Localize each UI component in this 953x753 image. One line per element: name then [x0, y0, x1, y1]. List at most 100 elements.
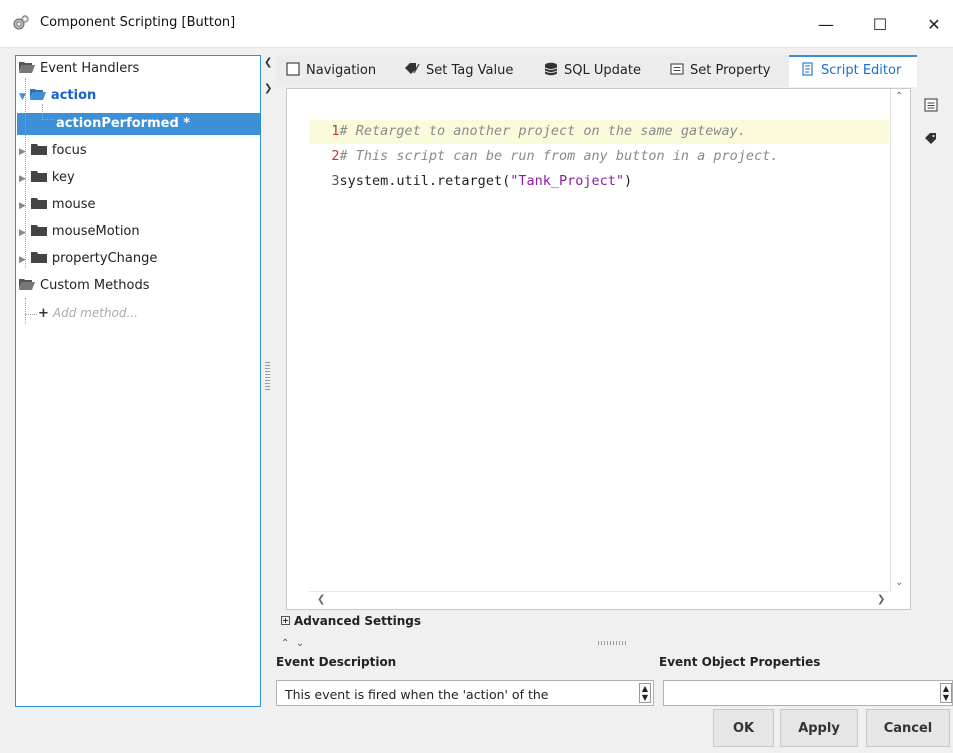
tree-root-label: Event Handlers — [40, 61, 140, 76]
plus-icon: + — [38, 306, 49, 321]
minimize-icon: — — [818, 14, 834, 34]
close-icon: ✕ — [927, 14, 941, 34]
line-number: 3 — [331, 173, 340, 189]
title-bar: Component Scripting [Button] — ☐ ✕ — [0, 0, 953, 48]
vertical-scrollbar[interactable]: ⌃ ⌄ — [890, 89, 910, 592]
tree-item-label: action — [50, 88, 97, 103]
folder-icon — [30, 144, 47, 155]
tree-item-key[interactable]: ▶ key — [19, 167, 75, 189]
tag-write-icon — [405, 63, 420, 74]
collapsed-arrow-icon: ▶ — [19, 201, 26, 211]
scroll-left-icon[interactable]: ❮ — [317, 594, 325, 605]
tab-set-tag-value[interactable]: Set Tag Value — [404, 55, 513, 87]
expanded-arrow-icon: ▼ — [19, 92, 26, 102]
add-method-item[interactable]: + Add method... — [38, 302, 138, 324]
cancel-button[interactable]: Cancel — [866, 709, 950, 747]
collapse-left-icon[interactable]: ❮ — [264, 57, 272, 68]
maximize-button[interactable]: ☐ — [857, 0, 903, 48]
scroll-up-icon[interactable]: ⌃ — [895, 91, 903, 102]
tab-navigation[interactable]: Navigation — [286, 55, 376, 87]
ok-label: OK — [732, 720, 755, 736]
event-object-properties-label: Event Object Properties — [659, 655, 821, 669]
minimize-button[interactable]: — — [803, 0, 849, 48]
collapsed-arrow-icon: ▶ — [19, 255, 26, 265]
tree-item-focus[interactable]: ▶ focus — [19, 140, 87, 162]
event-description-label: Event Description — [276, 655, 397, 669]
tab-script-editor[interactable]: Script Editor — [789, 55, 917, 87]
scroll-right-icon[interactable]: ❯ — [877, 594, 885, 605]
property-icon — [670, 63, 684, 75]
folder-open-icon — [19, 62, 35, 73]
splitter-handle[interactable] — [265, 362, 270, 392]
scroll-down-icon[interactable]: ⌄ — [895, 577, 903, 588]
horizontal-splitter-handle[interactable] — [598, 641, 628, 645]
tab-label: Script Editor — [821, 63, 902, 78]
caret-down-icon[interactable]: ⌄ — [296, 638, 304, 649]
code-text: system.util.retarget( — [339, 173, 511, 189]
code-string: "Tank_Project" — [510, 173, 624, 189]
tab-label: Set Tag Value — [426, 63, 514, 78]
folder-icon — [30, 198, 47, 209]
tree-item-mouse[interactable]: ▶ mouse — [19, 194, 96, 216]
collapsed-arrow-icon: ▶ — [19, 228, 26, 238]
tree-item-label: actionPerformed * — [56, 116, 191, 131]
action-tabs: Navigation Set Tag Value SQL Update Set … — [276, 55, 918, 87]
tree-item-label: Custom Methods — [40, 278, 150, 293]
caret-up-icon[interactable]: ⌃ — [281, 638, 289, 649]
database-icon — [544, 62, 558, 76]
tab-label: Set Property — [690, 63, 771, 78]
tree-item-actionperformed[interactable]: actionPerformed * — [56, 113, 190, 135]
expand-plus-icon — [281, 616, 290, 625]
list-icon[interactable] — [924, 98, 938, 112]
script-editor[interactable]: 1# Retarget to another project on the sa… — [286, 88, 911, 610]
tree-item-action[interactable]: ▼ action — [19, 85, 96, 107]
expand-right-icon[interactable]: ❯ — [264, 83, 272, 94]
tab-set-property[interactable]: Set Property — [670, 55, 771, 87]
scroll-spinner-icon[interactable]: ▲ ▼ — [940, 683, 952, 703]
maximize-icon: ☐ — [872, 14, 888, 34]
apply-label: Apply — [798, 720, 840, 736]
tree-item-propertychange[interactable]: ▶ propertyChange — [19, 248, 157, 270]
code-line: 2# This script can be run from any butto… — [287, 120, 778, 164]
tab-sql-update[interactable]: SQL Update — [544, 55, 641, 87]
tab-label: Navigation — [306, 63, 377, 78]
cancel-label: Cancel — [883, 720, 933, 736]
tag-icon[interactable] — [924, 132, 938, 146]
checkbox-icon — [286, 62, 300, 76]
tree-root-event-handlers[interactable]: Event Handlers — [19, 58, 139, 80]
folder-icon — [30, 225, 47, 236]
tree-item-label: mouseMotion — [51, 224, 140, 239]
tree-item-custom-methods[interactable]: Custom Methods — [19, 275, 149, 297]
collapsed-arrow-icon: ▶ — [19, 174, 26, 184]
app-icon — [13, 15, 29, 30]
script-icon — [802, 62, 813, 76]
tree-item-label: mouse — [51, 197, 96, 212]
tree-item-label: key — [51, 170, 75, 185]
scroll-spinner-icon[interactable]: ▲ ▼ — [639, 683, 651, 703]
editor-side-toolbar — [918, 88, 948, 158]
ok-button[interactable]: OK — [713, 709, 774, 747]
apply-button[interactable]: Apply — [780, 709, 858, 747]
window-title: Component Scripting [Button] — [40, 15, 236, 30]
advanced-settings-toggle[interactable]: Advanced Settings — [281, 614, 421, 628]
code-line: 3system.util.retarget("Tank_Project") — [287, 145, 632, 189]
event-handlers-tree[interactable]: Event Handlers ▼ action actionPerformed *… — [15, 55, 261, 707]
event-description-box[interactable]: This event is fired when the 'action' of… — [276, 680, 654, 706]
event-object-properties-box[interactable]: ▲ ▼ — [663, 680, 953, 706]
collapsed-arrow-icon: ▶ — [19, 147, 26, 157]
event-description-text: This event is fired when the 'action' of… — [285, 687, 549, 702]
add-method-label: Add method... — [52, 306, 138, 320]
folder-icon — [30, 252, 47, 263]
tree-item-label: focus — [51, 143, 87, 158]
folder-icon — [30, 171, 47, 182]
panel-resize-arrows[interactable]: ⌃ ⌄ — [281, 638, 304, 649]
advanced-settings-label: Advanced Settings — [294, 614, 422, 628]
tab-label: SQL Update — [564, 63, 641, 78]
horizontal-scrollbar[interactable]: ❮ ❯ — [309, 591, 889, 609]
tree-item-label: propertyChange — [51, 251, 158, 266]
code-line: 1# Retarget to another project on the sa… — [287, 95, 746, 139]
code-text: ) — [624, 173, 633, 189]
close-button[interactable]: ✕ — [911, 0, 953, 48]
tree-item-mousemotion[interactable]: ▶ mouseMotion — [19, 221, 140, 243]
folder-open-icon — [19, 279, 35, 290]
